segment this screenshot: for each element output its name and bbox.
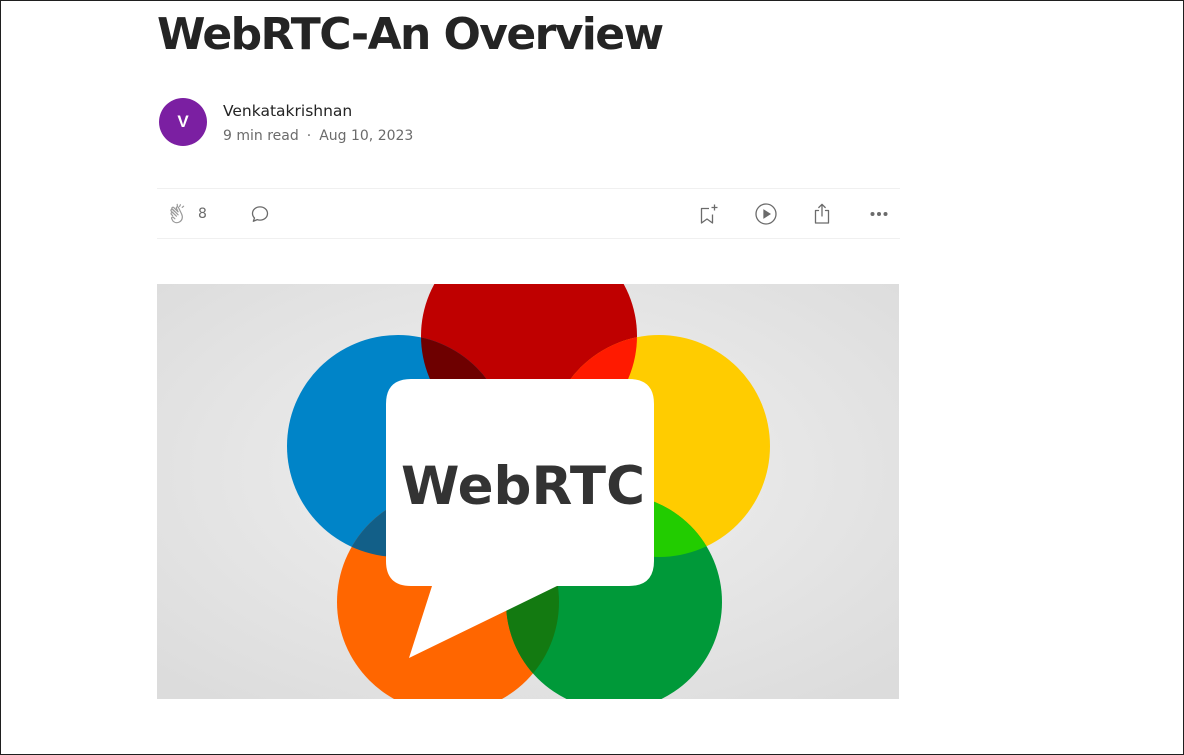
share-icon	[810, 202, 834, 226]
comment-button[interactable]	[248, 189, 272, 238]
more-options-button[interactable]	[867, 189, 891, 238]
share-button[interactable]	[810, 189, 834, 238]
article-title: WebRTC-An Overview	[157, 9, 664, 60]
logo-text: WebRTC	[401, 456, 645, 517]
author-meta: Venkatakrishnan 9 min read · Aug 10, 202…	[223, 99, 413, 146]
webrtc-logo-image: WebRTC	[157, 284, 899, 699]
clap-count: 8	[198, 205, 207, 222]
author-name-link[interactable]: Venkatakrishnan	[223, 99, 413, 123]
author-avatar[interactable]: V	[159, 98, 207, 146]
article-meta: 9 min read · Aug 10, 2023	[223, 126, 413, 146]
hero-image: WebRTC	[157, 284, 899, 699]
article-actions-bar: 8	[157, 188, 900, 239]
comment-icon	[248, 202, 272, 226]
author-byline: V Venkatakrishnan 9 min read · Aug 10, 2…	[159, 98, 413, 146]
save-button[interactable]	[697, 189, 721, 238]
clap-icon	[167, 202, 191, 226]
publish-date: Aug 10, 2023	[319, 127, 414, 144]
more-options-icon	[867, 202, 891, 226]
listen-button[interactable]	[754, 189, 778, 238]
meta-separator: ·	[306, 127, 312, 144]
play-listen-icon	[754, 202, 778, 226]
read-time: 9 min read	[223, 127, 299, 144]
clap-button[interactable]: 8	[167, 189, 207, 238]
bookmark-add-icon	[697, 202, 721, 226]
